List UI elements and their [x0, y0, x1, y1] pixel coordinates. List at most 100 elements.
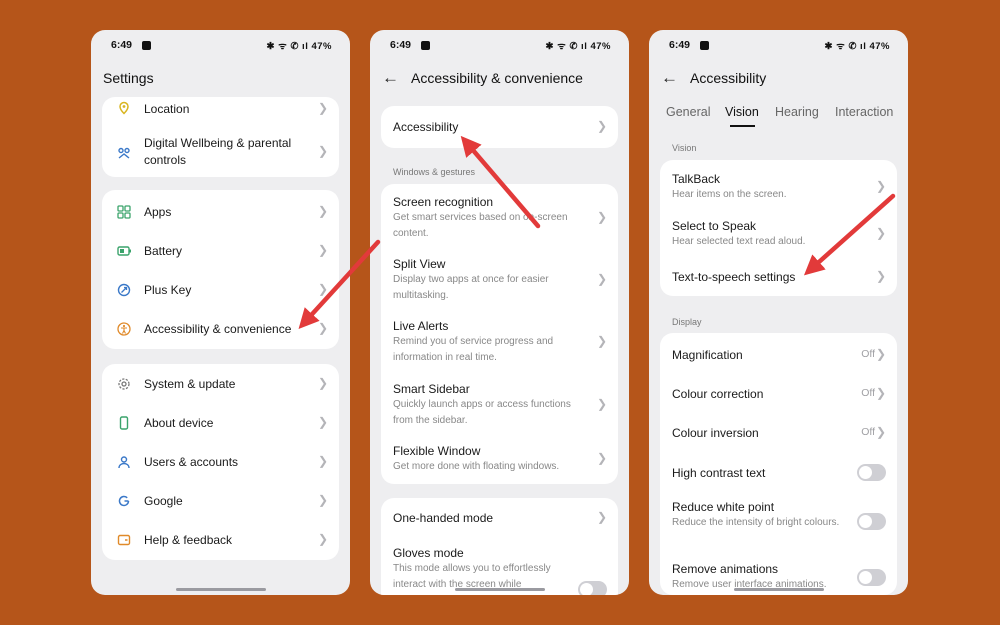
settings-card-3: System & update ❯ About device ❯ Users &…	[102, 364, 339, 560]
status-time: 6:49	[390, 39, 412, 51]
home-indicator[interactable]	[175, 588, 266, 591]
item-title: Smart Sidebar	[393, 382, 470, 396]
item-value: Off	[861, 426, 875, 438]
settings-item-system-update[interactable]: System & update ❯	[102, 375, 339, 393]
back-arrow-icon[interactable]: ←	[382, 68, 399, 88]
section-header: Vision	[672, 143, 697, 153]
status-indicators: ✱ ᯤ ✆ ıl 47%	[266, 41, 332, 52]
chevron-right-icon: ❯	[875, 386, 886, 400]
tab-general[interactable]: General	[666, 105, 710, 119]
item-live-alerts[interactable]: Live Alerts Remind you of service progre…	[381, 318, 618, 370]
active-tab-indicator	[730, 125, 755, 127]
back-arrow-icon[interactable]: ←	[661, 68, 678, 88]
settings-item-digital-wellbeing[interactable]: Digital Wellbeing & parental controls ❯	[102, 135, 339, 175]
phone-accessibility-convenience: 6:49 ✱ ᯤ ✆ ıl 47% ← Accessibility & conv…	[370, 30, 629, 595]
chevron-right-icon: ❯	[596, 510, 607, 524]
chevron-right-icon: ❯	[875, 226, 886, 240]
accessibility-item[interactable]: Accessibility ❯	[381, 106, 618, 148]
item-smart-sidebar[interactable]: Smart Sidebar Quickly launch apps or acc…	[381, 381, 618, 433]
chevron-right-icon: ❯	[317, 415, 328, 429]
apps-grid-icon	[116, 204, 132, 220]
chevron-right-icon: ❯	[596, 334, 607, 348]
chevron-right-icon: ❯	[596, 272, 607, 286]
item-title: TalkBack	[672, 172, 721, 186]
tab-bar: General Vision Hearing Interaction	[649, 105, 908, 127]
notification-icon	[700, 41, 709, 50]
google-icon	[116, 493, 132, 509]
status-time: 6:49	[669, 39, 691, 51]
location-pin-icon	[116, 100, 132, 116]
help-icon	[116, 532, 132, 548]
status-bar: 6:49 ✱ ᯤ ✆ ıl 47%	[91, 39, 350, 53]
item-colour-correction[interactable]: Colour correction Off ❯	[660, 386, 897, 404]
remove-animations-toggle[interactable]	[857, 569, 886, 586]
item-title: Live Alerts	[393, 319, 449, 333]
item-description: Display two apps at once for easier mult…	[393, 274, 549, 301]
wellbeing-icon	[116, 145, 132, 161]
status-time: 6:49	[111, 39, 133, 51]
tab-interaction[interactable]: Interaction	[835, 105, 893, 119]
item-title: Screen recognition	[393, 195, 494, 209]
chevron-right-icon: ❯	[317, 282, 328, 296]
chevron-right-icon: ❯	[317, 493, 328, 507]
settings-card-2: Apps ❯ Battery ❯ Plus Key ❯ Accessibilit…	[102, 190, 339, 349]
item-title: Reduce white point	[672, 500, 775, 514]
battery-icon	[116, 243, 132, 259]
phone-icon	[116, 415, 132, 431]
settings-item-plus-key[interactable]: Plus Key ❯	[102, 281, 339, 299]
settings-item-help-feedback[interactable]: Help & feedback ❯	[102, 531, 339, 549]
item-talkback[interactable]: TalkBack Hear items on the screen. ❯	[660, 171, 897, 205]
item-flexible-window[interactable]: Flexible Window Get more done with float…	[381, 443, 618, 479]
accessibility-card: Accessibility ❯	[381, 106, 618, 148]
gloves-mode-toggle[interactable]	[578, 581, 607, 595]
high-contrast-toggle[interactable]	[857, 464, 886, 481]
settings-item-label: Battery	[144, 244, 183, 258]
chevron-right-icon: ❯	[317, 454, 328, 468]
chevron-right-icon: ❯	[317, 204, 328, 218]
settings-item-label: System & update	[144, 377, 236, 391]
status-bar: 6:49 ✱ ᯤ ✆ ıl 47%	[370, 39, 629, 53]
settings-item-battery[interactable]: Battery ❯	[102, 242, 339, 260]
modes-card: One-handed mode ❯ Gloves mode This mode …	[381, 498, 618, 595]
page-title: Accessibility	[690, 70, 767, 86]
item-screen-recognition[interactable]: Screen recognition Get smart services ba…	[381, 194, 618, 246]
item-value: Off	[861, 348, 875, 360]
item-magnification[interactable]: Magnification Off ❯	[660, 347, 897, 365]
item-description: Get more done with floating windows.	[393, 461, 560, 472]
display-card: Magnification Off ❯ Colour correction Of…	[660, 333, 897, 595]
item-description: Quickly launch apps or access functions …	[393, 399, 571, 426]
item-title: Text-to-speech settings	[672, 270, 796, 284]
item-reduce-white-point[interactable]: Reduce white point Reduce the intensity …	[660, 499, 897, 549]
item-colour-inversion[interactable]: Colour inversion Off ❯	[660, 425, 897, 443]
settings-item-location[interactable]: Location ❯	[102, 97, 339, 121]
settings-item-users-accounts[interactable]: Users & accounts ❯	[102, 453, 339, 471]
home-indicator[interactable]	[733, 588, 824, 591]
settings-item-about-device[interactable]: About device ❯	[102, 414, 339, 432]
item-description: Hear selected text read aloud.	[672, 236, 806, 247]
item-title: Colour inversion	[672, 426, 759, 440]
item-one-handed-mode[interactable]: One-handed mode ❯	[381, 510, 618, 532]
chevron-right-icon: ❯	[317, 243, 328, 257]
home-indicator[interactable]	[454, 588, 545, 591]
chevron-right-icon: ❯	[875, 179, 886, 193]
settings-item-google[interactable]: Google ❯	[102, 492, 339, 510]
item-text-to-speech-settings[interactable]: Text-to-speech settings ❯	[660, 269, 897, 287]
chevron-right-icon: ❯	[317, 101, 328, 115]
item-title: Colour correction	[672, 387, 764, 401]
settings-item-label: Plus Key	[144, 283, 192, 297]
tab-vision[interactable]: Vision	[725, 105, 759, 119]
item-high-contrast-text[interactable]: High contrast text	[660, 464, 897, 484]
gear-icon	[116, 376, 132, 392]
settings-item-accessibility-convenience[interactable]: Accessibility & convenience ❯	[102, 320, 339, 338]
item-select-to-speak[interactable]: Select to Speak Hear selected text read …	[660, 218, 897, 252]
reduce-white-point-toggle[interactable]	[857, 513, 886, 530]
settings-card-1: Location ❯ Digital Wellbeing & parental …	[102, 97, 339, 177]
tab-hearing[interactable]: Hearing	[775, 105, 819, 119]
item-title: Split View	[393, 257, 446, 271]
item-split-view[interactable]: Split View Display two apps at once for …	[381, 256, 618, 308]
item-description: Hear items on the screen.	[672, 189, 787, 200]
settings-item-apps[interactable]: Apps ❯	[102, 203, 339, 221]
page-title: Accessibility & convenience	[411, 70, 583, 86]
item-title: Accessibility	[393, 120, 459, 134]
settings-item-label: Accessibility & convenience	[144, 322, 292, 336]
